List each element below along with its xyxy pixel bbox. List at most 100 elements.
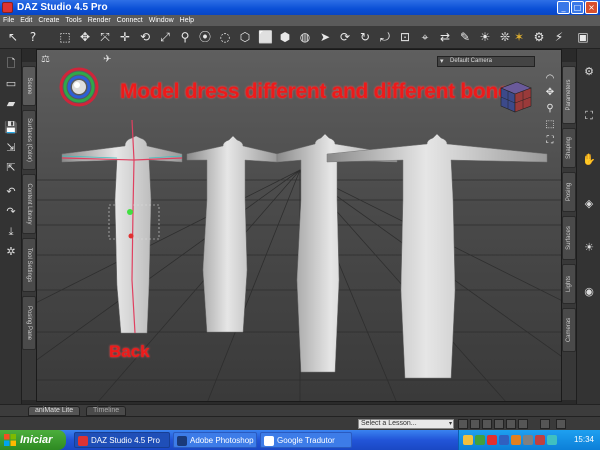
minimize-button[interactable]: _: [557, 1, 570, 14]
paint-icon[interactable]: ✎: [458, 30, 472, 44]
menu-create[interactable]: Create: [35, 17, 62, 24]
lesson-help-button[interactable]: [556, 419, 566, 429]
menu-edit[interactable]: Edit: [17, 17, 35, 24]
shaping-icon[interactable]: ⛶: [582, 109, 596, 123]
tab-scene[interactable]: Scene: [22, 66, 36, 106]
task-photoshop[interactable]: Adobe Photoshop: [173, 432, 257, 448]
lesson-next-button[interactable]: [494, 419, 504, 429]
lesson-stop-button[interactable]: [518, 419, 528, 429]
merge-icon[interactable]: ▰: [4, 97, 18, 111]
tab-lights[interactable]: Lights: [562, 264, 576, 304]
lighting-toggle-icon[interactable]: ✈: [103, 54, 111, 65]
redo-icon[interactable]: ↻: [358, 30, 372, 44]
tab-surfaces-color[interactable]: Surfaces (Color): [22, 110, 36, 170]
save-icon[interactable]: 💾: [4, 121, 18, 135]
help-icon[interactable]: ?: [26, 30, 40, 44]
camera-select[interactable]: ▾ Default Camera: [437, 56, 535, 67]
task-google-tradutor[interactable]: Google Tradutor: [260, 432, 352, 448]
import-icon[interactable]: ⇲: [4, 141, 18, 155]
camera-render-icon[interactable]: ▣: [576, 30, 590, 44]
menu-file[interactable]: File: [0, 17, 17, 24]
lesson-first-button[interactable]: [458, 419, 468, 429]
fit-icon[interactable]: ⛶: [543, 134, 557, 148]
export-icon[interactable]: ⇱: [4, 161, 18, 175]
surface-select-icon[interactable]: ⬢: [278, 30, 292, 44]
surfaces-icon[interactable]: ◈: [582, 197, 596, 211]
universal-tool-icon[interactable]: ✥: [78, 30, 92, 44]
redo-icon[interactable]: ↷: [4, 205, 18, 219]
tab-shaping[interactable]: Shaping: [562, 128, 576, 168]
transfer-icon[interactable]: ⇄: [438, 30, 452, 44]
geometry-editor-icon[interactable]: ◌: [218, 30, 232, 44]
scale-icon[interactable]: ⤢: [158, 30, 172, 44]
node-tool-icon[interactable]: ⊡: [398, 30, 412, 44]
translate-icon[interactable]: ✛: [118, 30, 132, 44]
spot-render-icon[interactable]: ⬡: [238, 30, 252, 44]
menu-render[interactable]: Render: [85, 17, 114, 24]
tray-icon-4[interactable]: [499, 435, 509, 445]
open-file-icon[interactable]: ▭: [4, 77, 18, 91]
rigging-icon[interactable]: ⌖: [418, 30, 432, 44]
navigation-cube-icon[interactable]: [495, 78, 535, 114]
tray-icon-6[interactable]: [523, 435, 533, 445]
parameters-icon[interactable]: ⚙: [582, 65, 596, 79]
cameras-icon[interactable]: ◉: [582, 285, 596, 299]
tray-icon-8[interactable]: [547, 435, 557, 445]
lesson-play-button[interactable]: [482, 419, 492, 429]
lesson-prev-button[interactable]: [470, 419, 480, 429]
node-selection-icon[interactable]: ⬚: [58, 30, 72, 44]
frame-icon[interactable]: ⬚: [543, 118, 557, 132]
lesson-select[interactable]: Select a Lesson... ▾: [358, 419, 454, 429]
tab-animate-lite[interactable]: aniMate Lite: [28, 406, 81, 416]
pan-icon[interactable]: ✥: [543, 86, 557, 100]
download-icon[interactable]: ⤓: [4, 225, 18, 239]
light-icon[interactable]: ☀: [478, 30, 492, 44]
settings-icon[interactable]: ⚙: [532, 30, 546, 44]
tray-icon-3[interactable]: [487, 435, 497, 445]
preferences-icon[interactable]: ✲: [4, 245, 18, 259]
primitive-icon[interactable]: ◍: [298, 30, 312, 44]
lights-icon[interactable]: ☀: [582, 241, 596, 255]
tab-cameras[interactable]: Cameras: [562, 308, 576, 352]
task-daz-studio[interactable]: DAZ Studio 4.5 Pro: [74, 432, 170, 448]
tray-icon-1[interactable]: [463, 435, 473, 445]
posing-icon[interactable]: ✋: [582, 153, 596, 167]
lesson-last-button[interactable]: [506, 419, 516, 429]
pointer-help-icon[interactable]: ↖: [6, 30, 20, 44]
bolt-icon[interactable]: ✶: [512, 30, 526, 44]
menu-connect[interactable]: Connect: [114, 17, 146, 24]
rotate-icon[interactable]: ⟲: [138, 30, 152, 44]
node-weight-icon[interactable]: ⦿: [198, 30, 212, 44]
tab-posing[interactable]: Posing: [562, 172, 576, 212]
view-sphere-icon[interactable]: ◠: [543, 72, 557, 86]
balance-scale-icon[interactable]: ⚖: [41, 54, 50, 65]
tray-icon-5[interactable]: [511, 435, 521, 445]
maximize-button[interactable]: □: [571, 1, 584, 14]
pointer-icon[interactable]: ➤: [318, 30, 332, 44]
render-settings-icon[interactable]: ⚡: [552, 30, 566, 44]
tab-surfaces[interactable]: Surfaces: [562, 216, 576, 260]
orbit-icon[interactable]: ⟳: [338, 30, 352, 44]
start-button[interactable]: Iniciar: [0, 430, 66, 450]
new-file-icon[interactable]: 🗋: [4, 57, 18, 71]
tab-parameters[interactable]: Parameters: [562, 66, 576, 124]
3d-viewport[interactable]: ⚖ ✈ ▾ Default Camera Model dress differe…: [36, 49, 562, 402]
tab-tool-settings[interactable]: Tool Settings: [22, 238, 36, 292]
tab-posing-pane[interactable]: Posing Pane: [22, 296, 36, 350]
menu-tools[interactable]: Tools: [62, 17, 84, 24]
tray-icon-7[interactable]: [535, 435, 545, 445]
twist-icon[interactable]: ⤾: [378, 30, 392, 44]
tab-content-library[interactable]: Content Library: [22, 174, 36, 234]
camera-orbit-sphere-icon[interactable]: [59, 67, 99, 107]
joint-editor-icon[interactable]: ⚲: [178, 30, 192, 44]
tray-icon-2[interactable]: [475, 435, 485, 445]
menu-window[interactable]: Window: [146, 17, 177, 24]
undo-icon[interactable]: ↶: [4, 185, 18, 199]
close-button[interactable]: ×: [585, 1, 598, 14]
region-select-icon[interactable]: ⬜: [258, 30, 273, 44]
menu-help[interactable]: Help: [177, 17, 197, 24]
brush-icon[interactable]: ❊: [498, 30, 512, 44]
zoom-icon[interactable]: ⚲: [543, 102, 557, 116]
lesson-settings-button[interactable]: [540, 419, 550, 429]
active-pose-icon[interactable]: ⤧: [98, 30, 112, 44]
